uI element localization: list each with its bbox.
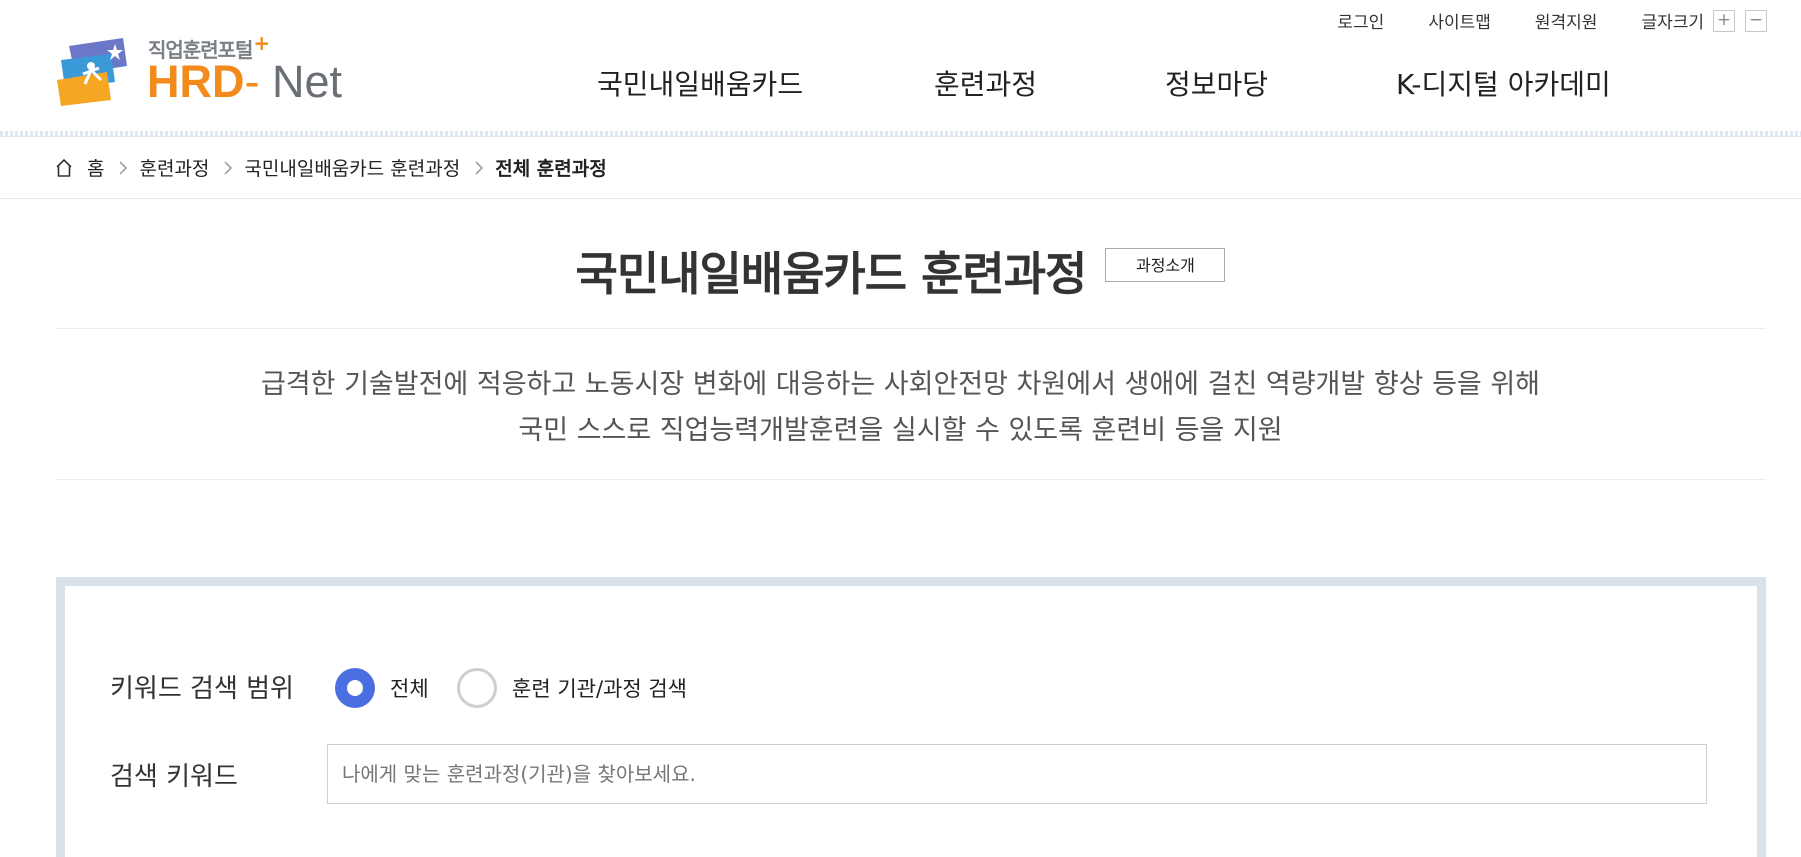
course-intro-button[interactable]: 과정소개	[1105, 248, 1226, 282]
breadcrumb-current: 전체 훈련과정	[495, 158, 607, 180]
radio-checked-icon	[335, 668, 375, 708]
nav-item-training[interactable]: 훈련과정	[934, 63, 1037, 103]
logo-plus: +	[253, 31, 270, 55]
keyword-search-input[interactable]	[327, 744, 1707, 804]
keyword-label: 검색 키워드	[110, 762, 238, 792]
scope-radio-all[interactable]: 전체	[335, 668, 429, 708]
breadcrumb-card-training[interactable]: 국민내일배움카드 훈련과정	[244, 154, 460, 181]
sitemap-link[interactable]: 사이트맵	[1428, 8, 1491, 33]
font-decrease-button[interactable]: −	[1745, 9, 1767, 32]
header-divider	[0, 131, 1801, 137]
utility-menu: 로그인 사이트맵 원격지원 글자크기 + −	[1293, 8, 1767, 33]
main-nav: 국민내일배움카드 훈련과정 정보마당 K-디지털 아카데미	[0, 63, 1801, 103]
login-link[interactable]: 로그인	[1337, 8, 1384, 33]
description-line-1: 급격한 기술발전에 적응하고 노동시장 변화에 대응하는 사회안전망 차원에서 …	[260, 369, 1541, 400]
page-title: 국민내일배움카드 훈련과정	[575, 247, 1088, 301]
divider	[55, 328, 1766, 329]
divider	[55, 479, 1766, 480]
nav-item-kdigital[interactable]: K-디지털 아카데미	[1396, 63, 1611, 103]
nav-item-card[interactable]: 국민내일배움카드	[597, 63, 803, 103]
breadcrumb-training[interactable]: 훈련과정	[139, 154, 209, 181]
scope-radio-institution[interactable]: 훈련 기관/과정 검색	[457, 668, 687, 708]
scope-option-institution: 훈련 기관/과정 검색	[512, 677, 687, 701]
site-header: 직업훈련포털+ HRD- Net 로그인 사이트맵 원격지원 글자크기 + − …	[0, 0, 1801, 137]
remote-support-link[interactable]: 원격지원	[1535, 8, 1598, 33]
breadcrumb: 홈 훈련과정 국민내일배움카드 훈련과정 전체 훈련과정	[0, 138, 1801, 199]
description-line-2: 국민 스스로 직업능력개발훈련을 실시할 수 있도록 훈련비 등을 지원	[518, 415, 1283, 446]
chevron-right-icon	[118, 160, 128, 176]
page-description: 급격한 기술발전에 적응하고 노동시장 변화에 대응하는 사회안전망 차원에서 …	[0, 362, 1801, 454]
breadcrumb-home[interactable]: 홈	[87, 154, 104, 181]
search-panel: 키워드 검색 범위 전체 훈련 기관/과정 검색 검색 키워드	[56, 577, 1766, 857]
font-size-label: 글자크기	[1641, 13, 1704, 33]
title-row: 국민내일배움카드 훈련과정 과정소개	[0, 238, 1801, 304]
chevron-right-icon	[474, 160, 484, 176]
chevron-right-icon	[223, 160, 233, 176]
scope-option-all: 전체	[390, 677, 429, 701]
scope-label: 키워드 검색 범위	[110, 674, 294, 704]
radio-unchecked-icon	[457, 668, 497, 708]
home-icon[interactable]	[55, 158, 73, 178]
nav-item-info[interactable]: 정보마당	[1165, 63, 1268, 103]
font-increase-button[interactable]: +	[1713, 9, 1735, 32]
